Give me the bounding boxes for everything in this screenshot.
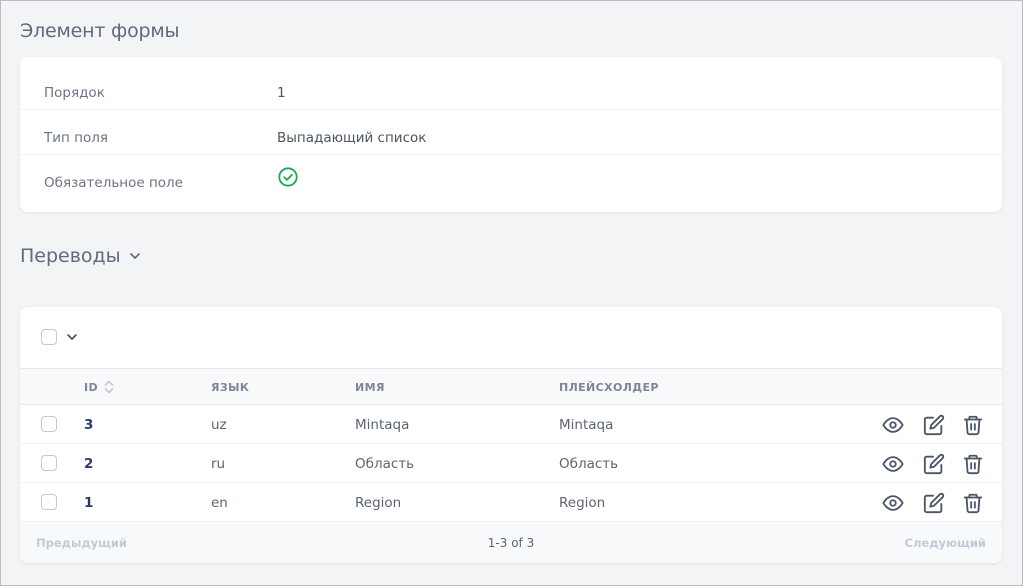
detail-value: 1 (277, 85, 286, 101)
detail-panel: Порядок 1 Тип поля Выпадающий список Обя… (20, 57, 1002, 212)
cell-id[interactable]: 3 (84, 417, 93, 433)
row-checkbox[interactable] (41, 455, 57, 471)
chevron-down-icon (129, 253, 140, 259)
view-icon[interactable] (882, 492, 904, 514)
delete-icon[interactable] (962, 453, 984, 475)
detail-value: Выпадающий список (277, 130, 427, 146)
translations-table: ID ЯЗЫК ИМЯ ПЛЕЙСХОЛДЕР 3 uz Mintaqa Mintaq… (20, 307, 1002, 563)
cell-lang: uz (211, 417, 227, 433)
cell-placeholder: Область (559, 456, 619, 472)
table-header: ID ЯЗЫК ИМЯ ПЛЕЙСХОЛДЕР (20, 368, 1002, 405)
check-circle-icon (278, 167, 298, 187)
pagination: Предыдущий 1-3 of 3 Следующий (20, 522, 1002, 563)
chevron-down-icon[interactable] (64, 329, 80, 345)
next-page-button[interactable]: Следующий (905, 536, 986, 550)
page-info: 1-3 of 3 (487, 536, 535, 550)
delete-icon[interactable] (962, 492, 984, 514)
edit-icon[interactable] (923, 414, 945, 436)
detail-row-required: Обязательное поле (20, 154, 1002, 200)
detail-label: Тип поля (44, 130, 108, 146)
table-toolbar (20, 307, 1002, 368)
column-header-id[interactable]: ID (84, 381, 98, 394)
view-icon[interactable] (882, 414, 904, 436)
detail-row-field-type: Тип поля Выпадающий список (20, 109, 1002, 155)
page-title: Элемент формы (20, 20, 180, 42)
table-row: 1 en Region Region (20, 483, 1002, 522)
cell-name: Region (355, 495, 402, 511)
detail-label: Обязательное поле (44, 175, 183, 191)
detail-row-order: Порядок 1 (20, 64, 1002, 110)
row-checkbox[interactable] (41, 494, 57, 510)
column-header-lang: ЯЗЫК (211, 381, 250, 394)
column-header-placeholder: ПЛЕЙСХОЛДЕР (559, 381, 659, 394)
cell-name: Область (355, 456, 415, 472)
translations-toggle[interactable]: Переводы (20, 245, 143, 267)
cell-lang: en (211, 495, 228, 511)
cell-placeholder: Mintaqa (559, 417, 614, 433)
section-title: Переводы (20, 245, 121, 267)
table-row: 2 ru Область Область (20, 444, 1002, 483)
cell-placeholder: Region (559, 495, 606, 511)
edit-icon[interactable] (923, 453, 945, 475)
row-checkbox[interactable] (41, 416, 57, 432)
sort-icon[interactable] (103, 379, 115, 395)
select-all-checkbox[interactable] (41, 329, 57, 345)
column-header-name: ИМЯ (355, 381, 385, 394)
cell-lang: ru (211, 456, 226, 472)
view-icon[interactable] (882, 453, 904, 475)
cell-name: Mintaqa (355, 417, 410, 433)
table-row: 3 uz Mintaqa Mintaqa (20, 405, 1002, 444)
cell-id[interactable]: 2 (84, 456, 93, 472)
detail-label: Порядок (44, 85, 105, 101)
cell-id[interactable]: 1 (84, 495, 93, 511)
delete-icon[interactable] (962, 414, 984, 436)
edit-icon[interactable] (923, 492, 945, 514)
